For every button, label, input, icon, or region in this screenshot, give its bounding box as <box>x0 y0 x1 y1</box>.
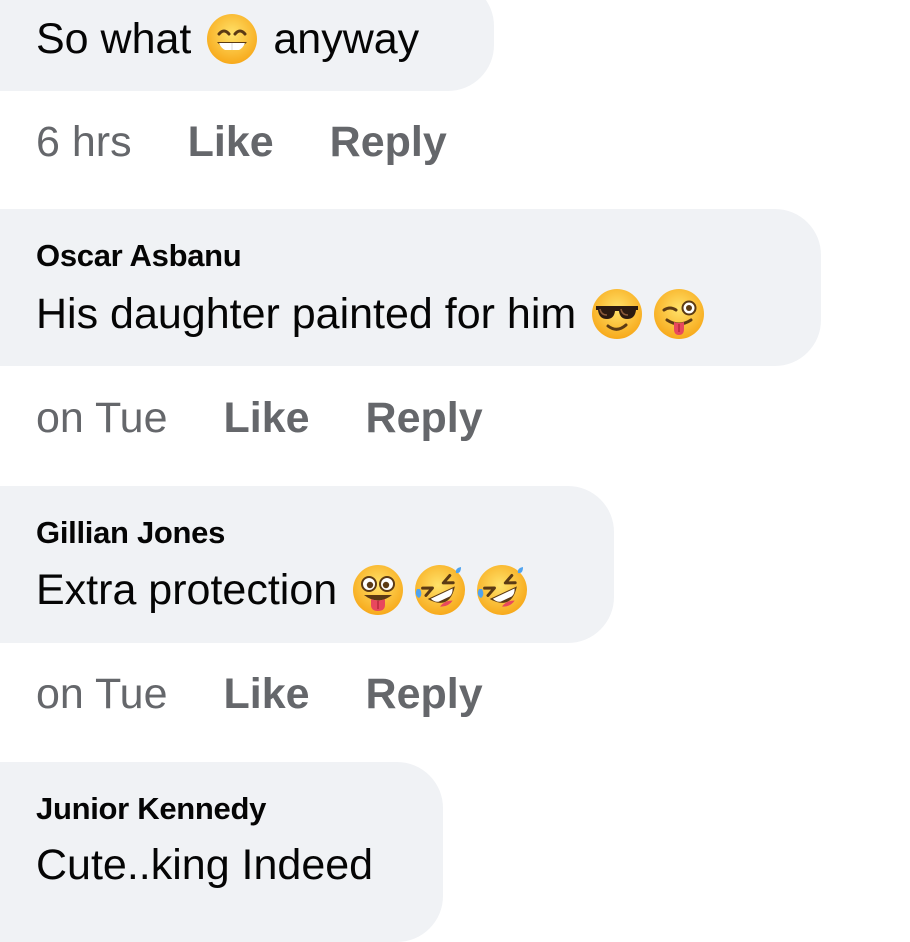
comment-timestamp: 6 hrs <box>36 117 132 166</box>
grinning-face-icon <box>205 12 259 66</box>
comment-bubble: Junior Kennedy Cute..king Indeed <box>0 762 443 942</box>
like-button[interactable]: Like <box>224 670 310 719</box>
reply-button[interactable]: Reply <box>366 394 483 443</box>
rolling-on-floor-laughing-icon <box>413 563 467 617</box>
comment-actions: on Tue Like Reply <box>36 392 483 444</box>
smiling-face-with-sunglasses-icon <box>590 287 644 341</box>
reply-button[interactable]: Reply <box>366 670 483 719</box>
comment-text: His daughter painted for him <box>36 287 706 341</box>
rolling-on-floor-laughing-icon <box>475 563 529 617</box>
comment-text: Cute..king Indeed <box>36 841 374 889</box>
comment-author[interactable]: Gillian Jones <box>36 515 225 551</box>
comment-bubble: So what anyway <box>0 0 494 91</box>
comment-text: Extra protection <box>36 563 529 617</box>
comment-timestamp: on Tue <box>36 669 168 718</box>
comment-bubble: Oscar Asbanu His daughter painted for hi… <box>0 209 821 366</box>
comment-author[interactable]: Oscar Asbanu <box>36 238 242 274</box>
like-button[interactable]: Like <box>188 118 274 167</box>
comment-timestamp: on Tue <box>36 393 168 442</box>
comment-actions: on Tue Like Reply <box>36 668 483 720</box>
comment-text: So what anyway <box>36 12 419 66</box>
comment-bubble: Gillian Jones Extra protection <box>0 486 614 643</box>
like-button[interactable]: Like <box>224 394 310 443</box>
comment-actions: 6 hrs Like Reply <box>36 116 447 168</box>
winking-face-with-tongue-icon <box>652 287 706 341</box>
zany-face-icon <box>351 563 405 617</box>
reply-button[interactable]: Reply <box>330 118 447 167</box>
comment-author[interactable]: Junior Kennedy <box>36 791 266 827</box>
